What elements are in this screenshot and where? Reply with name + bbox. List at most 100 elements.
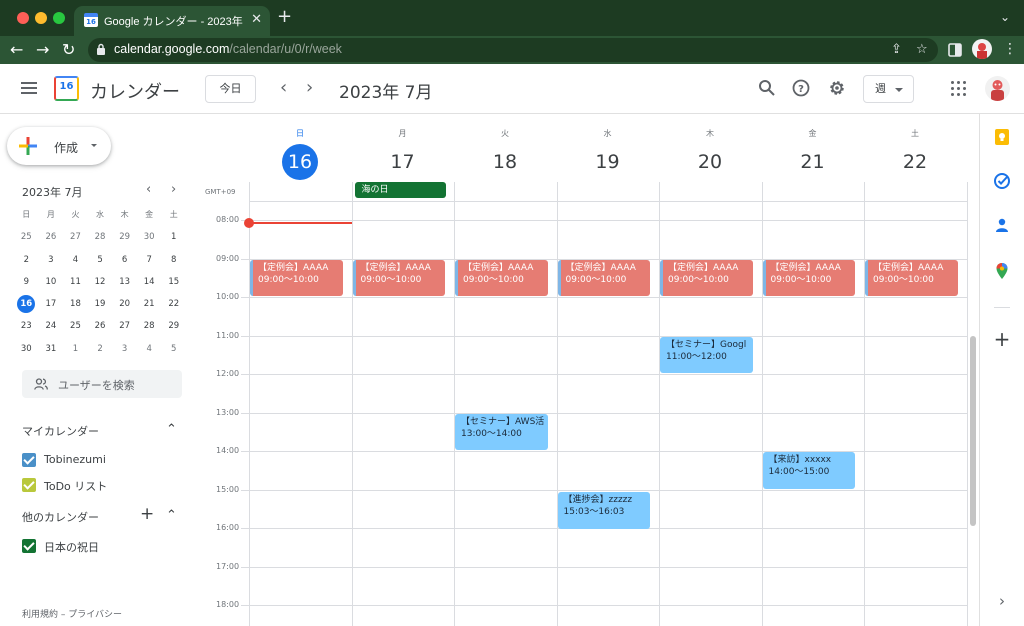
- calendar-checkbox[interactable]: [22, 478, 36, 492]
- mini-day[interactable]: 11: [63, 271, 88, 293]
- mini-day[interactable]: 15: [161, 271, 186, 293]
- calendar-event[interactable]: 【定例会】AAAA 09:00〜10:00: [557, 259, 650, 296]
- mini-day[interactable]: 22: [161, 293, 186, 315]
- maximize-window-button[interactable]: [53, 12, 65, 24]
- calendar-event[interactable]: 【定例会】AAAA 09:00〜10:00: [250, 259, 343, 296]
- mini-day[interactable]: 29: [161, 315, 186, 337]
- expand-panel-icon[interactable]: ›: [993, 592, 1011, 610]
- account-avatar[interactable]: [985, 76, 1010, 101]
- mini-day[interactable]: 28: [137, 315, 162, 337]
- calendar-event[interactable]: 【来訪】xxxxx 14:00〜15:00: [762, 452, 855, 489]
- add-addon-icon[interactable]: +: [993, 329, 1011, 349]
- mini-prev-month-icon[interactable]: ‹: [146, 183, 151, 197]
- reload-icon[interactable]: ↻: [62, 40, 75, 60]
- mini-day[interactable]: 30: [137, 226, 162, 248]
- day-number[interactable]: 20: [692, 144, 728, 180]
- collapse-other-calendars-icon[interactable]: ⌃: [166, 509, 177, 523]
- mini-day[interactable]: 4: [63, 249, 88, 271]
- mini-day[interactable]: 12: [88, 271, 113, 293]
- address-bar[interactable]: calendar.google.com/calendar/u/0/r/week …: [88, 38, 938, 62]
- mini-day[interactable]: 26: [88, 315, 113, 337]
- back-icon[interactable]: ←: [10, 40, 23, 60]
- calendar-checkbox[interactable]: [22, 453, 36, 467]
- day-number[interactable]: 19: [590, 144, 626, 180]
- browser-menu-icon[interactable]: ⋮: [1003, 41, 1017, 57]
- share-icon[interactable]: ⇪: [891, 42, 902, 57]
- minimize-window-button[interactable]: [35, 12, 47, 24]
- mini-day[interactable]: 25: [14, 226, 39, 248]
- mini-day[interactable]: 27: [63, 226, 88, 248]
- calendar-event[interactable]: 【定例会】AAAA 09:00〜10:00: [865, 259, 958, 296]
- calendar-logo-icon[interactable]: 16: [54, 76, 79, 101]
- close-window-button[interactable]: [17, 12, 29, 24]
- day-number[interactable]: 21: [795, 144, 831, 180]
- mini-day[interactable]: 24: [39, 315, 64, 337]
- mini-day[interactable]: 25: [63, 315, 88, 337]
- calendar-event[interactable]: 【セミナー】Googl 11:00〜12:00: [660, 336, 753, 373]
- calendar-checkbox[interactable]: [22, 539, 36, 553]
- browser-tab[interactable]: 16 Google カレンダー - 2023年 7月 ✕: [74, 6, 270, 36]
- day-number[interactable]: 16: [282, 144, 318, 180]
- mini-day[interactable]: 1: [161, 226, 186, 248]
- mini-day[interactable]: 29: [112, 226, 137, 248]
- calendar-event[interactable]: 【定例会】AAAA 09:00〜10:00: [352, 259, 445, 296]
- day-number[interactable]: 17: [385, 144, 421, 180]
- mini-day[interactable]: 3: [39, 249, 64, 271]
- tab-search-icon[interactable]: ⌄: [1000, 10, 1010, 24]
- main-menu-icon[interactable]: [21, 82, 37, 94]
- mini-day[interactable]: 3: [112, 338, 137, 360]
- settings-gear-icon[interactable]: [827, 78, 847, 98]
- mini-day[interactable]: 28: [88, 226, 113, 248]
- allday-event-holiday[interactable]: 海の日: [354, 182, 446, 198]
- mini-day[interactable]: 2: [14, 249, 39, 271]
- mini-day[interactable]: 4: [137, 338, 162, 360]
- mini-day[interactable]: 2: [88, 338, 113, 360]
- mini-day[interactable]: 20: [112, 293, 137, 315]
- create-button[interactable]: 作成: [7, 127, 111, 165]
- mini-day[interactable]: 21: [137, 293, 162, 315]
- bookmark-star-icon[interactable]: ☆: [916, 42, 928, 57]
- mini-day[interactable]: 8: [161, 249, 186, 271]
- calendar-event[interactable]: 【定例会】AAAA 09:00〜10:00: [762, 259, 855, 296]
- day-number[interactable]: 22: [897, 144, 933, 180]
- search-people-input[interactable]: ユーザーを検索: [22, 370, 182, 398]
- forward-icon[interactable]: →: [36, 40, 49, 60]
- mini-day[interactable]: 9: [14, 271, 39, 293]
- day-number[interactable]: 18: [487, 144, 523, 180]
- calendar-event[interactable]: 【セミナー】AWS活 13:00〜14:00: [455, 413, 548, 450]
- contacts-icon[interactable]: [993, 216, 1011, 234]
- help-icon[interactable]: ?: [791, 78, 811, 98]
- keep-icon[interactable]: [993, 128, 1011, 146]
- mini-day[interactable]: 23: [14, 315, 39, 337]
- mini-day[interactable]: 5: [161, 338, 186, 360]
- grid-scrollbar[interactable]: [970, 336, 976, 526]
- mini-day[interactable]: 10: [39, 271, 64, 293]
- mini-day[interactable]: 16: [14, 293, 39, 315]
- mini-day[interactable]: 31: [39, 338, 64, 360]
- browser-profile-avatar[interactable]: [972, 39, 992, 59]
- next-week-icon[interactable]: ›: [306, 78, 313, 98]
- tasks-icon[interactable]: [993, 172, 1011, 190]
- calendar-event[interactable]: 【定例会】AAAA 09:00〜10:00: [455, 259, 548, 296]
- mini-day[interactable]: 7: [137, 249, 162, 271]
- mini-next-month-icon[interactable]: ›: [171, 183, 176, 197]
- mini-day[interactable]: 5: [88, 249, 113, 271]
- search-icon[interactable]: [757, 78, 777, 98]
- mini-day[interactable]: 13: [112, 271, 137, 293]
- add-other-calendar-icon[interactable]: +: [140, 506, 154, 523]
- calendar-event[interactable]: 【進捗会】zzzzz 15:03〜16:03: [557, 492, 650, 529]
- terms-privacy-link[interactable]: 利用規約 – プライバシー: [22, 607, 122, 620]
- collapse-my-calendars-icon[interactable]: ⌃: [166, 423, 177, 437]
- today-button[interactable]: 今日: [205, 75, 256, 103]
- mini-day[interactable]: 30: [14, 338, 39, 360]
- prev-week-icon[interactable]: ‹: [280, 78, 287, 98]
- mini-day[interactable]: 17: [39, 293, 64, 315]
- view-selector[interactable]: 週: [863, 75, 914, 103]
- mini-day[interactable]: 26: [39, 226, 64, 248]
- new-tab-button[interactable]: +: [277, 7, 292, 27]
- mini-day[interactable]: 27: [112, 315, 137, 337]
- mini-day[interactable]: 19: [88, 293, 113, 315]
- tab-close-icon[interactable]: ✕: [251, 12, 262, 27]
- mini-day[interactable]: 18: [63, 293, 88, 315]
- side-panel-icon[interactable]: [948, 43, 962, 57]
